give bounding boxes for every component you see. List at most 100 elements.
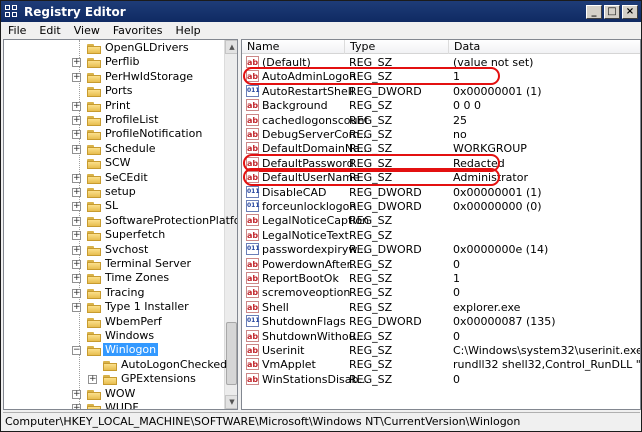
tree-item[interactable]: AutoLogonChecked (4, 358, 227, 373)
expand-icon[interactable]: + (72, 202, 81, 212)
tree-item-label: WbemPerf (105, 314, 162, 328)
dword-value-icon: 011 (246, 315, 260, 328)
column-header-name[interactable]: Name (242, 40, 345, 54)
tree-item-label: ProfileList (105, 113, 159, 126)
expand-icon[interactable]: + (72, 72, 81, 82)
menu-help[interactable]: Help (169, 24, 207, 37)
folder-icon (87, 86, 101, 98)
tree-item[interactable]: + PerHwIdStorage (4, 70, 224, 85)
tree-item[interactable]: + SeCEdit (4, 171, 224, 186)
tree-item[interactable]: + setup (4, 185, 224, 200)
value-row[interactable]: ab ReportBootOk REG_SZ 1 (242, 271, 640, 286)
value-name: AutoRestartShell (262, 84, 354, 98)
tree-item-label: SL (105, 199, 119, 213)
value-row[interactable]: 011 passwordexpiryw... REG_DWORD 0x0000000e… (242, 242, 640, 257)
tree-item[interactable]: + Perflib (4, 55, 224, 70)
value-row[interactable]: ab LegalNoticeCaption REG_SZ (242, 213, 640, 228)
tree-item[interactable]: + Svchost (4, 243, 224, 258)
column-header-data[interactable]: Data (449, 40, 640, 54)
tree-item[interactable]: + Schedule (4, 142, 224, 157)
tree-item[interactable]: − Winlogon (4, 343, 224, 358)
tree-item[interactable]: + WUDF (4, 401, 224, 409)
tree-item[interactable]: WbemPerf (4, 315, 224, 330)
folder-icon (87, 72, 101, 83)
value-row[interactable]: ab ShutdownWithou... REG_SZ 0 (242, 329, 640, 344)
tree-item[interactable]: OpenGLDrivers (4, 41, 224, 56)
expand-icon[interactable]: + (72, 58, 81, 68)
value-row[interactable]: 011 forceunlocklogon REG_DWORD 0x00000000 (… (242, 199, 640, 214)
tree-item[interactable]: Ports (4, 84, 224, 99)
tree-scroll-thumb[interactable] (226, 322, 237, 385)
maximize-button[interactable]: □ (604, 4, 620, 19)
value-data: 0x00000087 (135) (453, 315, 556, 329)
menu-file[interactable]: File (1, 24, 32, 37)
menu-edit[interactable]: Edit (32, 24, 66, 37)
tree-item-label: Winlogon (103, 343, 159, 357)
tree-item[interactable]: + Tracing (4, 286, 224, 301)
collapse-icon[interactable]: − (72, 346, 81, 356)
close-button[interactable]: × (622, 4, 638, 19)
value-row[interactable]: ab DebugServerCom... REG_SZ no (242, 127, 640, 142)
value-row[interactable]: ab scremoveoption REG_SZ 0 (242, 285, 640, 300)
tree-item[interactable]: + WOW (4, 387, 224, 402)
value-row[interactable]: ab Background REG_SZ 0 0 0 (242, 98, 640, 113)
tree-item[interactable]: + Type 1 Installer (4, 300, 224, 315)
value-row[interactable]: ab VmApplet REG_SZ rundll32 shell32,Control… (242, 357, 640, 372)
key-tree-pane[interactable]: ▲ ▼ OpenGLDrivers + Perflib + PerHwIdStorage… (3, 39, 238, 410)
tree-item[interactable]: + Print (4, 99, 224, 114)
expand-icon[interactable]: + (72, 116, 81, 125)
value-type: REG_SZ (349, 372, 393, 386)
value-row[interactable]: 011 AutoRestartShell REG_DWORD 0x00000001 (… (242, 84, 640, 99)
value-row[interactable]: 011 DisableCAD REG_DWORD 0x00000001 (1) (242, 185, 640, 200)
value-row[interactable]: 011 ShutdownFlags REG_DWORD 0x00000087 (135… (242, 314, 640, 329)
expand-icon[interactable]: + (72, 130, 81, 140)
expand-icon[interactable]: + (88, 375, 97, 385)
tree-item-label: SoftwareProtectionPlatform (105, 213, 237, 227)
menu-favorites[interactable]: Favorites (106, 24, 169, 37)
value-row[interactable]: ab LegalNoticeText REG_SZ (242, 228, 640, 243)
value-type: REG_DWORD (349, 200, 422, 213)
values-list-pane[interactable]: Name Type Data ab (Default) REG_SZ (value n… (241, 39, 641, 410)
value-row[interactable]: ab Userinit REG_SZ C:\Windows\system32\user… (242, 343, 640, 358)
tree-item[interactable]: + GPExtensions (4, 372, 224, 387)
tree-item[interactable]: + SoftwareProtectionPlatform (4, 214, 237, 229)
expand-icon[interactable]: + (72, 303, 81, 313)
scroll-down-arrow-icon[interactable]: ▼ (225, 395, 237, 409)
tree-item[interactable]: SCW (4, 156, 224, 171)
tree-item[interactable]: + ProfileNotification (4, 127, 224, 142)
scroll-up-arrow-icon[interactable]: ▲ (225, 40, 237, 54)
menu-view[interactable]: View (67, 24, 106, 37)
tree-item[interactable]: + Time Zones (4, 271, 224, 286)
tree-item[interactable]: + Terminal Server (4, 257, 224, 272)
expand-icon[interactable]: + (72, 288, 81, 298)
expand-icon[interactable]: + (72, 404, 81, 409)
column-header-type[interactable]: Type (345, 40, 449, 54)
dword-value-icon: 011 (246, 243, 260, 256)
title-bar[interactable]: Registry Editor _ □ × (1, 1, 641, 22)
value-row[interactable]: ab PowerdownAfter... REG_SZ 0 (242, 257, 640, 272)
expand-icon[interactable]: + (72, 245, 81, 255)
folder-icon (87, 216, 101, 227)
string-value-icon: ab (246, 344, 259, 356)
expand-icon[interactable]: + (72, 216, 81, 226)
tree-item[interactable]: + Superfetch (4, 228, 224, 243)
value-row[interactable]: ab cachedlogonscount REG_SZ 25 (242, 113, 640, 128)
expand-icon[interactable]: + (72, 260, 81, 269)
minimize-button[interactable]: _ (586, 4, 602, 19)
expand-icon[interactable]: + (72, 231, 81, 241)
tree-item[interactable]: + ProfileList (4, 113, 224, 128)
value-row[interactable]: ab Shell REG_SZ explorer.exe (242, 300, 640, 315)
expand-icon[interactable]: + (72, 188, 81, 197)
tree-item[interactable]: + SL (4, 199, 224, 214)
expand-icon[interactable]: + (72, 144, 81, 154)
value-type: REG_SZ (349, 286, 393, 300)
value-data: 1 (453, 272, 460, 285)
expand-icon[interactable]: + (72, 101, 81, 111)
expand-icon[interactable]: + (72, 389, 81, 399)
expand-icon[interactable]: + (72, 173, 81, 183)
value-row[interactable]: ab WinStationsDisab... REG_SZ 0 (242, 372, 640, 387)
registry-editor-window: Registry Editor _ □ × File Edit View Fav… (0, 0, 642, 432)
tree-item[interactable]: Windows (4, 329, 224, 344)
expand-icon[interactable]: + (72, 274, 81, 284)
tree-item-label: Terminal Server (105, 257, 192, 270)
